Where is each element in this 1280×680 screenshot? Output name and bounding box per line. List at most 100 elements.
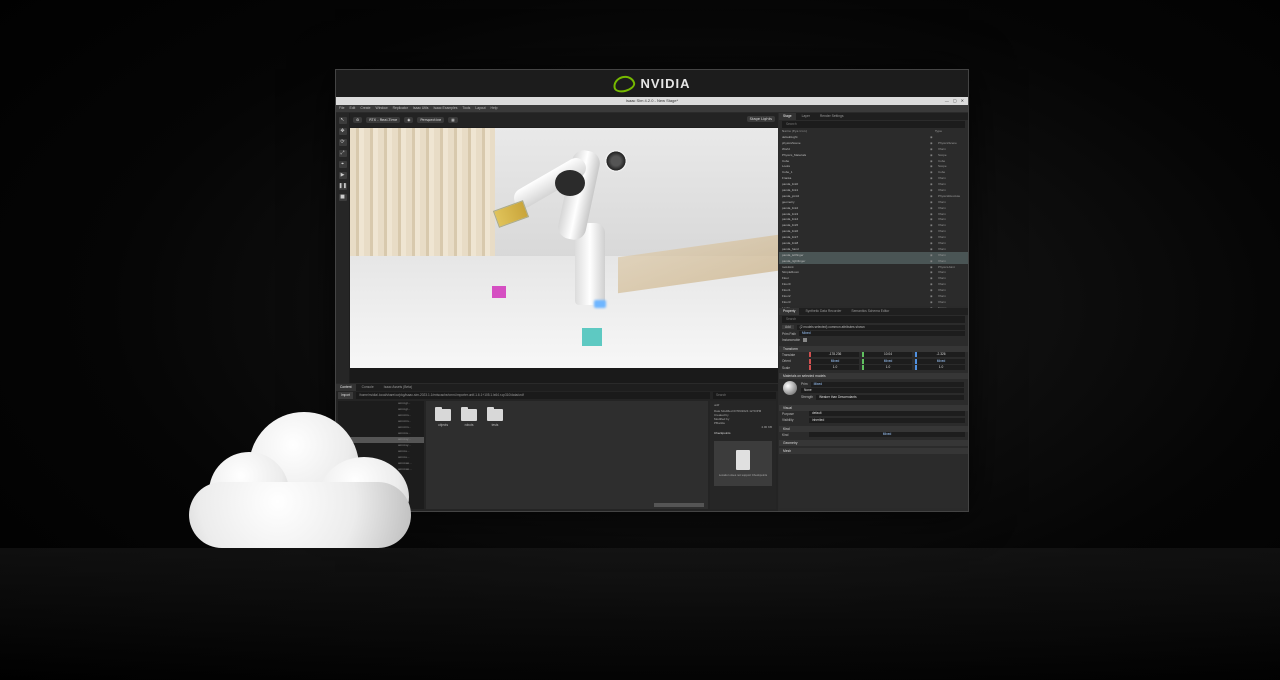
prim-field[interactable]: Mixed (810, 381, 964, 387)
path-breadcrumb[interactable]: /home/nvidia/.local/share/ov/pkg/isaac-s… (356, 392, 710, 399)
robot-gripper[interactable] (492, 200, 530, 228)
viewport-scene[interactable] (350, 128, 778, 368)
visibility-eye-icon[interactable]: ◉ (930, 164, 938, 168)
menu-isaac-utils[interactable]: Isaac Utils (413, 105, 429, 112)
visibility-eye-icon[interactable]: ◉ (930, 276, 938, 280)
visibility-eye-icon[interactable]: ◉ (930, 288, 938, 292)
visibility-eye-icon[interactable]: ◉ (930, 206, 938, 210)
select-tool-icon[interactable]: ↖ (338, 117, 347, 124)
orient-x-field[interactable]: Mixed (809, 358, 859, 364)
tab-content[interactable]: Content (336, 384, 356, 391)
settings-icon[interactable]: ⚙ (353, 117, 363, 123)
visibility-eye-icon[interactable]: ◉ (930, 300, 938, 304)
instanceable-checkbox[interactable] (803, 338, 808, 343)
visibility-eye-icon[interactable]: ◉ (930, 282, 938, 286)
tab-isaac-assets[interactable]: Isaac Assets (Beta) (380, 384, 416, 391)
visibility-eye-icon[interactable]: ◉ (930, 194, 938, 198)
add-button[interactable]: Add (782, 325, 794, 330)
rotate-tool-icon[interactable]: ⟳ (338, 139, 347, 146)
tab-layer[interactable]: Layer (798, 113, 814, 120)
column-type[interactable]: Type (935, 129, 965, 134)
menu-replicator[interactable]: Replicator (393, 105, 408, 112)
visibility-eye-icon[interactable]: ◉ (930, 212, 938, 216)
visibility-eye-icon[interactable]: ◉ (930, 182, 938, 186)
scale-z-field[interactable]: 1.0 (915, 365, 965, 371)
visibility-eye-icon[interactable]: ◉ (930, 259, 938, 263)
property-search-input[interactable]: Search (782, 316, 965, 323)
stage-search-input[interactable]: Search (782, 121, 965, 128)
teal-cube[interactable] (582, 328, 602, 346)
visibility-eye-icon[interactable]: ◉ (930, 247, 938, 251)
scale-y-field[interactable]: 1.0 (862, 365, 912, 371)
translate-z-field[interactable]: -2.326 (915, 352, 965, 358)
folder-tests[interactable]: tests (486, 407, 504, 427)
thumbnail-size-slider[interactable] (654, 503, 704, 507)
rtx-mode-button[interactable]: RTX - Real-Time (366, 117, 401, 123)
geometry-section-header[interactable]: Geometry (779, 440, 968, 446)
tab-console[interactable]: Console (358, 384, 378, 391)
content-search-input[interactable]: Search (713, 392, 776, 399)
visibility-eye-icon[interactable]: ◉ (930, 153, 938, 157)
mesh-section-header[interactable]: Mesh (779, 448, 968, 454)
menu-window[interactable]: Window (376, 105, 388, 112)
material-select[interactable]: None (801, 388, 964, 394)
maximize-button[interactable]: ▢ (953, 97, 957, 105)
visibility-eye-icon[interactable]: ◉ (930, 217, 938, 221)
visibility-eye-icon[interactable]: ◉ (930, 270, 938, 274)
orient-z-field[interactable]: Mixed (915, 358, 965, 364)
translate-y-field[interactable]: 10.04 (862, 352, 912, 358)
grid-icon[interactable]: ▦ (448, 117, 458, 123)
visibility-eye-icon[interactable]: ◉ (930, 294, 938, 298)
menu-layout[interactable]: Layout (475, 105, 485, 112)
visibility-eye-icon[interactable]: ◉ (930, 229, 938, 233)
tab-render-settings[interactable]: Render Settings (816, 113, 848, 120)
tab-semantics-schema-editor[interactable]: Semantics Schema Editor (847, 308, 893, 315)
menu-isaac-examples[interactable]: Isaac Examples (433, 105, 457, 112)
visibility-eye-icon[interactable]: ◉ (930, 223, 938, 227)
visibility-eye-icon[interactable]: ◉ (930, 176, 938, 180)
menu-help[interactable]: Help (491, 105, 498, 112)
kind-field[interactable]: Mixed (809, 432, 965, 438)
visibility-eye-icon[interactable]: ◉ (930, 200, 938, 204)
pink-cube[interactable] (492, 286, 506, 298)
prim-path-field[interactable]: Mixed (799, 331, 965, 337)
visibility-eye-icon[interactable]: ◉ (930, 141, 938, 145)
visibility-select[interactable]: inherited (809, 417, 965, 423)
snap-tool-icon[interactable]: ⌖ (338, 161, 347, 168)
menu-create[interactable]: Create (360, 105, 370, 112)
folder-objects[interactable]: objects (434, 407, 452, 427)
scale-x-field[interactable]: 1.0 (809, 365, 859, 371)
tab-synthetic-data-recorder[interactable]: Synthetic Data Recorder (801, 308, 845, 315)
visibility-eye-icon[interactable]: ◉ (930, 265, 938, 269)
stage-lights-button[interactable]: Stage Lights (746, 116, 775, 122)
visibility-eye-icon[interactable]: ◉ (930, 159, 938, 163)
close-button[interactable]: ✕ (961, 97, 964, 105)
menu-file[interactable]: File (339, 105, 344, 112)
folder-robots[interactable]: robots (460, 407, 478, 427)
move-tool-icon[interactable]: ✥ (338, 128, 347, 135)
menu-tools[interactable]: Tools (462, 105, 470, 112)
visibility-eye-icon[interactable]: ◉ (930, 147, 938, 151)
visibility-eye-icon[interactable]: ◉ (930, 188, 938, 192)
camera-button[interactable]: Perspective (417, 117, 445, 123)
import-button[interactable]: Import (338, 392, 354, 399)
pause-button-icon[interactable]: ❚❚ (338, 183, 347, 190)
scale-tool-icon[interactable]: ⤢ (338, 150, 347, 157)
visibility-eye-icon[interactable]: ◉ (930, 235, 938, 239)
minimize-button[interactable]: — (945, 97, 949, 105)
menu-edit[interactable]: Edit (349, 105, 355, 112)
checkpoints-header[interactable]: Checkpoints (710, 429, 776, 437)
purpose-select[interactable]: default (809, 411, 965, 417)
tab-stage[interactable]: Stage (779, 113, 796, 120)
robot-joint[interactable] (605, 150, 627, 172)
robot-elbow[interactable] (555, 170, 585, 196)
play-button-icon[interactable]: ▶ (338, 172, 347, 179)
translate-x-field[interactable]: -178.236 (809, 352, 859, 358)
orient-y-field[interactable]: Mixed (862, 358, 912, 364)
tab-property[interactable]: Property (779, 308, 800, 315)
column-name[interactable]: Name (Eye Icon) (782, 129, 935, 134)
eye-icon[interactable]: ◉ (404, 117, 414, 123)
strength-select[interactable]: Weaker than Descendants (816, 394, 964, 400)
stop-button-icon[interactable]: ■ (338, 194, 347, 201)
visibility-eye-icon[interactable]: ◉ (930, 241, 938, 245)
